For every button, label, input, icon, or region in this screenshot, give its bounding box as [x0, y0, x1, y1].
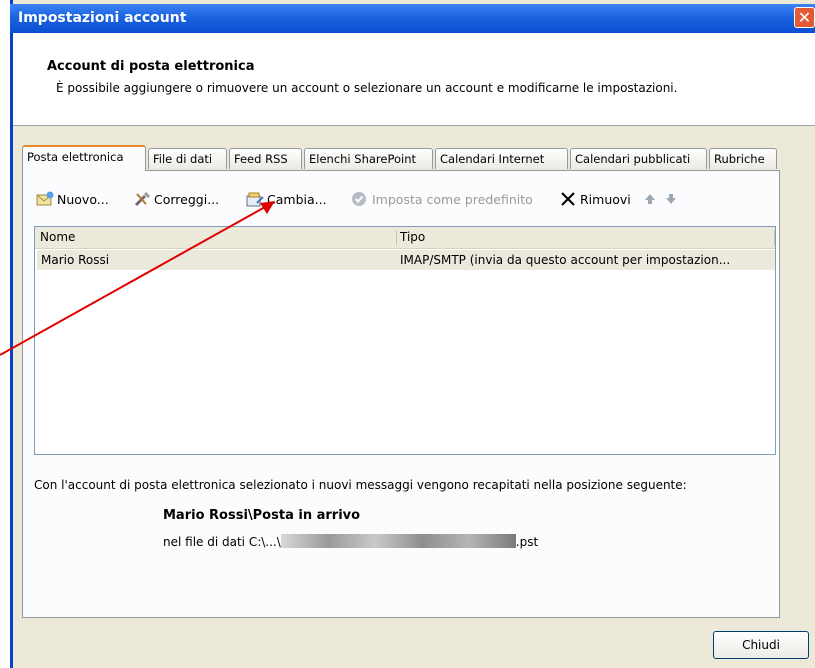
window-title: Impostazioni account	[18, 10, 187, 26]
list-item[interactable]: Mario Rossi IMAP/SMTP (invia da questo a…	[37, 250, 775, 270]
change-account-icon	[246, 191, 264, 207]
tab-feed-rss[interactable]: Feed RSS	[229, 148, 302, 169]
account-type: IMAP/SMTP (invia da questo account per i…	[400, 253, 731, 267]
column-header-nome[interactable]: Nome	[40, 227, 75, 248]
header-subtitle: È possibile aggiungere o rimuovere un ac…	[56, 81, 678, 95]
remove-x-icon	[559, 191, 577, 207]
set-default-button[interactable]: Imposta come predefinito	[351, 188, 533, 212]
column-divider[interactable]	[774, 230, 775, 245]
data-file-suffix: .pst	[515, 535, 539, 549]
arrow-down-icon	[664, 191, 682, 207]
close-window-button[interactable]: ✕	[794, 7, 815, 28]
tab-rubriche[interactable]: Rubriche	[709, 148, 777, 169]
column-divider[interactable]	[396, 230, 397, 245]
list-header: Nome Tipo	[35, 227, 775, 249]
tab-file-di-dati[interactable]: File di dati	[148, 148, 227, 169]
tab-calendari-pubblicati[interactable]: Calendari pubblicati	[570, 148, 707, 169]
remove-button-label: Rimuovi	[580, 192, 631, 207]
tab-elenchi-sharepoint[interactable]: Elenchi SharePoint	[304, 148, 433, 169]
arrow-up-icon	[643, 191, 661, 207]
move-up-button[interactable]	[643, 188, 664, 212]
repair-button-label: Correggi...	[154, 192, 220, 207]
new-account-icon	[36, 191, 54, 207]
repair-button[interactable]: Correggi...	[133, 188, 219, 212]
change-button[interactable]: Cambia...	[246, 188, 327, 212]
close-button[interactable]: Chiudi	[713, 631, 809, 659]
tools-icon	[133, 191, 151, 207]
header-title: Account di posta elettronica	[47, 59, 255, 74]
delivery-info-text: Con l'account di posta elettronica selez…	[34, 478, 687, 492]
redacted-filename	[280, 534, 516, 548]
new-button[interactable]: Nuovo...	[36, 188, 109, 212]
title-bar[interactable]: Impostazioni account ✕	[10, 4, 815, 33]
data-file-prefix: nel file di dati C:\...\	[163, 535, 281, 549]
move-down-button[interactable]	[664, 188, 685, 212]
set-default-button-label: Imposta come predefinito	[372, 192, 533, 207]
check-circle-icon	[351, 191, 369, 207]
data-file-path: nel file di dati C:\...\ .pst	[163, 534, 538, 549]
tab-calendari-internet[interactable]: Calendari Internet	[435, 148, 568, 169]
tab-posta-elettronica[interactable]: Posta elettronica	[22, 145, 146, 171]
delivery-location: Mario Rossi\Posta in arrivo	[163, 508, 361, 523]
column-header-tipo[interactable]: Tipo	[400, 227, 425, 248]
account-name: Mario Rossi	[41, 253, 110, 267]
account-list[interactable]: Nome Tipo Mario Rossi IMAP/SMTP (invia d…	[34, 226, 776, 455]
dialog-header: Account di posta elettronica È possibile…	[13, 33, 815, 126]
new-button-label: Nuovo...	[57, 192, 109, 207]
remove-button[interactable]: Rimuovi	[559, 188, 631, 212]
change-button-label: Cambia...	[267, 192, 327, 207]
